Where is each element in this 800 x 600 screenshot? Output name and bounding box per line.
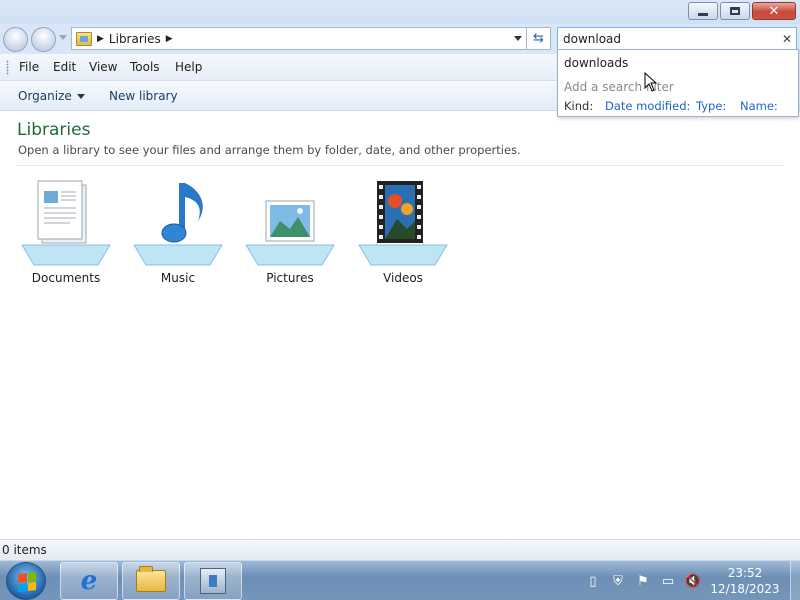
new-library-label: New library [109,89,178,103]
filter-type[interactable]: Type: [696,99,726,113]
menu-help[interactable]: Help [175,60,202,74]
clock[interactable]: 23:52 12/18/2023 [710,565,780,597]
library-music[interactable]: Music [124,177,232,287]
address-bar[interactable]: ▶ Libraries ▶ [71,27,527,50]
item-count: 0 items [2,543,47,557]
library-label: Videos [383,271,423,285]
action-center-flag-icon[interactable]: ⚑ [635,573,651,589]
menu-edit[interactable]: Edit [53,60,76,74]
filter-date-modified[interactable]: Date modified: [605,99,690,113]
show-desktop-button[interactable] [790,561,800,600]
close-button[interactable]: ✕ [752,2,796,20]
library-label: Pictures [266,271,314,285]
system-tray: ▯ ⛨ ⚑ ▭ 🔇 23:52 12/18/2023 [585,561,800,600]
libraries-icon [76,31,92,46]
page-title: Libraries [17,120,91,140]
content-pane: Libraries Open a library to see your fil… [0,111,800,539]
restore-icon [730,7,740,15]
library-label: Music [160,271,196,285]
videos-library-icon [358,181,448,266]
chevron-down-icon [76,94,85,99]
start-button[interactable] [6,562,46,600]
restore-button[interactable] [720,2,750,20]
back-button[interactable] [3,27,28,52]
divider [16,165,784,166]
recent-pages-dropdown[interactable] [59,35,67,40]
minimize-button[interactable] [688,2,718,20]
taskbar-windows-explorer[interactable] [122,562,180,600]
network-icon[interactable]: ▭ [660,573,676,589]
refresh-icon: ⇆ [533,31,544,46]
library-pictures[interactable]: Pictures [236,177,344,287]
mouse-cursor-icon [644,72,658,92]
window-controls: ✕ [688,2,796,20]
menu-file[interactable]: File [19,60,39,74]
address-dropdown-icon[interactable] [514,36,522,41]
breadcrumb-arrow-icon[interactable]: ▶ [166,34,173,44]
search-input[interactable]: download ✕ [557,27,797,50]
close-icon: ✕ [768,3,780,19]
title-bar: ✕ [0,0,800,24]
pictures-library-icon [245,200,335,266]
volume-muted-icon[interactable]: 🔇 [685,573,701,589]
clock-date: 12/18/2023 [710,582,780,596]
internet-explorer-icon: e [80,566,98,596]
organize-button[interactable]: Organize [18,89,85,103]
library-label: Documents [31,271,101,285]
filter-kind[interactable]: Kind: [564,99,593,113]
taskbar: e ▯ ⛨ ⚑ ▭ 🔇 23:52 12/18/2023 [0,560,800,600]
folder-icon [136,566,166,592]
search-query[interactable]: download [563,32,778,46]
music-library-icon [133,183,223,266]
forward-button[interactable] [31,27,56,52]
documents-library-icon [21,180,111,266]
minimize-icon [698,12,708,16]
breadcrumb-libraries[interactable]: Libraries [109,32,161,46]
page-subtitle: Open a library to see your files and arr… [18,143,521,157]
search-suggestions: downloads Add a search filter Kind: Date… [557,49,799,117]
organize-label: Organize [18,89,72,103]
menu-grip [6,60,9,75]
status-bar: 0 items [0,539,800,560]
taskbar-internet-explorer[interactable]: e [60,562,118,600]
breadcrumb-arrow-icon[interactable]: ▶ [97,34,104,44]
taskbar-installer[interactable] [184,562,242,600]
library-videos[interactable]: Videos [349,177,457,287]
menu-tools[interactable]: Tools [130,60,160,74]
refresh-button[interactable]: ⇆ [527,27,551,50]
windows-logo-icon [18,572,36,592]
filter-name[interactable]: Name: [740,99,778,113]
clear-search-icon[interactable]: ✕ [778,32,796,46]
notes-icon[interactable]: ▯ [585,573,601,589]
new-library-button[interactable]: New library [109,89,178,103]
library-documents[interactable]: Documents [12,177,120,287]
security-shield-icon[interactable]: ⛨ [610,573,626,589]
suggestion-downloads[interactable]: downloads [564,56,628,70]
installer-icon [200,568,226,594]
menu-view[interactable]: View [89,60,117,74]
clock-time: 23:52 [727,566,763,580]
